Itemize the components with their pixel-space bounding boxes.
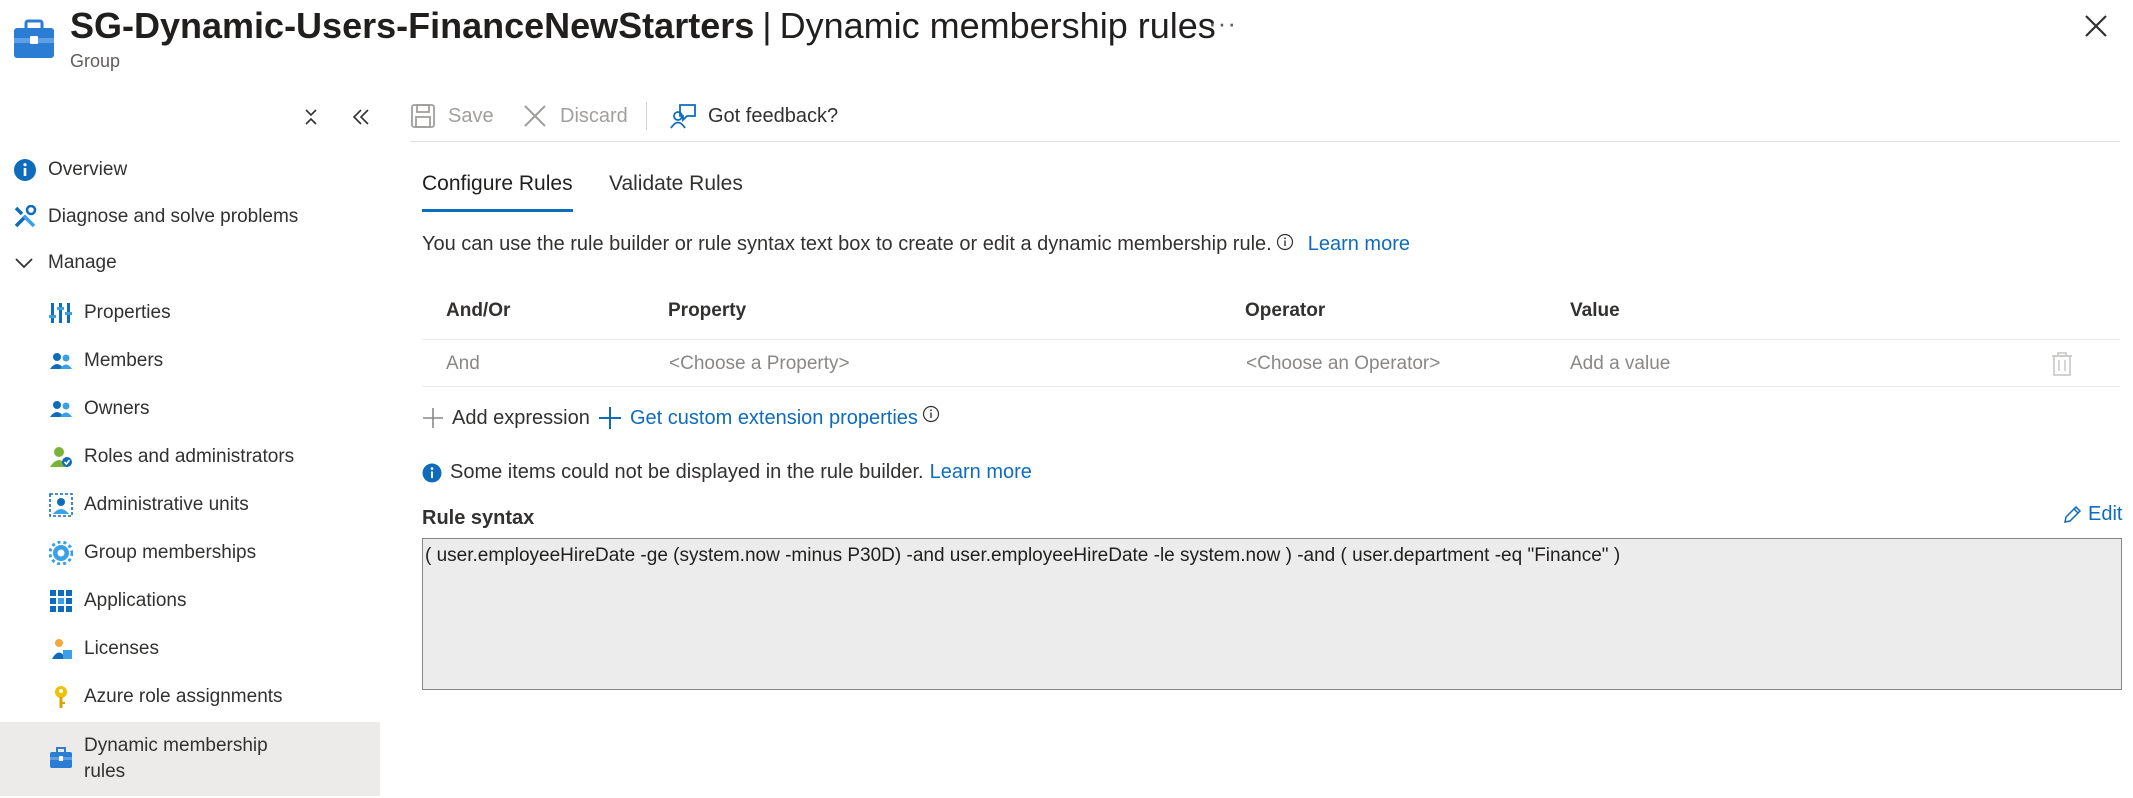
- rule-grid-header: And/Or Property Operator Value: [422, 290, 2120, 340]
- rule-syntax-label: Rule syntax: [422, 507, 535, 529]
- learn-more-link[interactable]: Learn more: [1308, 233, 1410, 256]
- table-row: And <Choose a Property> <Choose an Opera…: [422, 341, 2120, 387]
- tab-configure-rules[interactable]: Configure Rules: [422, 172, 573, 212]
- sidebar-item-roles[interactable]: Roles and administrators: [0, 435, 380, 479]
- sidebar-item-label: Roles and administrators: [84, 446, 295, 467]
- sidebar-item-label: Properties: [84, 302, 171, 323]
- plus-icon: [423, 408, 443, 428]
- column-header-and-or: And/Or: [446, 300, 511, 321]
- collapse-arrows-icon[interactable]: [298, 104, 324, 130]
- sidebar-item-label: Members: [84, 350, 164, 371]
- add-expression-label: Add expression: [452, 406, 590, 429]
- rule-builder-description: You can use the rule builder or rule syn…: [422, 233, 1410, 256]
- info-tooltip-icon[interactable]: [922, 405, 940, 423]
- license-icon: [52, 639, 72, 659]
- sidebar-item-label: Owners: [84, 398, 150, 419]
- save-label: Save: [448, 104, 494, 127]
- sidebar-item-owners[interactable]: Owners: [0, 387, 380, 431]
- sidebar-item-members[interactable]: Members: [0, 339, 380, 383]
- save-icon: [411, 104, 435, 128]
- owners-icon: [50, 401, 72, 417]
- sidebar-item-overview[interactable]: Overview: [0, 148, 380, 192]
- value-input[interactable]: Add a value: [1570, 353, 1670, 375]
- properties-icon: [49, 303, 72, 323]
- apps-grid-icon: [50, 590, 72, 612]
- roles-icon: [50, 447, 72, 467]
- blade-header: SG-Dynamic-Users-FinanceNewStarters | Dyna…: [0, 0, 2133, 80]
- description-text: You can use the rule builder or rule syn…: [422, 233, 1272, 255]
- operator-dropdown[interactable]: <Choose an Operator>: [1246, 353, 1440, 375]
- get-custom-extension-properties-button[interactable]: Get custom extension properties: [598, 402, 940, 434]
- custom-extension-label: Get custom extension properties: [630, 406, 918, 429]
- save-button[interactable]: Save: [410, 100, 494, 132]
- command-bar: Save Discard Got feedback?: [410, 92, 2120, 142]
- sidebar-item-label: Dynamic membership rules: [84, 735, 268, 782]
- group-icon: [14, 19, 54, 58]
- tab-validate-rules[interactable]: Validate Rules: [609, 172, 743, 212]
- info-tooltip-icon[interactable]: [1276, 233, 1294, 251]
- toolbar-divider: [646, 102, 647, 130]
- sidebar-item-label: Applications: [84, 590, 187, 611]
- sidebar-item-label: Group memberships: [84, 542, 257, 563]
- and-or-dropdown[interactable]: And: [446, 353, 480, 375]
- sidebar-item-diagnose[interactable]: Diagnose and solve problems: [0, 195, 380, 239]
- column-header-value: Value: [1570, 300, 1620, 321]
- discard-label: Discard: [560, 104, 628, 127]
- sidebar-item-properties[interactable]: Properties: [0, 291, 380, 335]
- title-separator: |: [762, 5, 772, 46]
- discard-icon: [524, 105, 546, 127]
- learn-more-link[interactable]: Learn more: [930, 461, 1032, 484]
- pencil-icon: [2064, 505, 2082, 523]
- delete-icon[interactable]: [2050, 351, 2074, 377]
- edit-label: Edit: [2088, 503, 2123, 525]
- key-icon: [55, 686, 67, 708]
- edit-button[interactable]: Edit: [2062, 503, 2122, 526]
- sidebar-item-admin-units[interactable]: Administrative units: [0, 483, 380, 527]
- page-name: Dynamic membership rules: [779, 5, 1216, 46]
- sidebar-item-dynamic-membership-rules[interactable]: Dynamic membership rules: [0, 722, 380, 796]
- sidebar-item-azure-role-assignments[interactable]: Azure role assignments: [0, 675, 380, 719]
- sidebar-section-manage[interactable]: Manage: [0, 241, 380, 285]
- close-icon[interactable]: [2080, 10, 2112, 42]
- column-header-property: Property: [668, 300, 747, 321]
- rule-syntax-textbox[interactable]: ( user.employeeHireDate -ge (system.now …: [422, 538, 2122, 690]
- group-name: SG-Dynamic-Users-FinanceNewStarters: [70, 5, 755, 46]
- resource-type: Group: [70, 51, 121, 71]
- property-dropdown[interactable]: <Choose a Property>: [669, 353, 850, 375]
- group-icon: [50, 747, 72, 768]
- discard-button[interactable]: Discard: [522, 100, 628, 132]
- sidebar-item-label: Administrative units: [84, 494, 249, 515]
- sidebar-item-label: Diagnose and solve problems: [48, 206, 299, 227]
- sidebar-item-label: Manage: [48, 252, 117, 273]
- feedback-button[interactable]: Got feedback?: [670, 100, 838, 132]
- sidebar-item-applications[interactable]: Applications: [0, 579, 380, 623]
- gear-icon: [49, 541, 73, 565]
- sidebar-item-group-memberships[interactable]: Group memberships: [0, 531, 380, 575]
- sidebar-item-licenses[interactable]: Licenses: [0, 627, 380, 671]
- admin-units-icon: [49, 493, 73, 517]
- feedback-label: Got feedback?: [708, 104, 839, 127]
- members-icon: [50, 353, 72, 369]
- page-title: SG-Dynamic-Users-FinanceNewStarters | Dyna…: [70, 5, 1216, 47]
- wrench-icon: [14, 205, 37, 228]
- info-icon: [14, 159, 36, 181]
- info-notice: Some items could not be displayed in the…: [422, 461, 1032, 484]
- column-header-operator: Operator: [1245, 300, 1326, 321]
- chevron-down-icon: [15, 258, 33, 269]
- feedback-icon: [670, 104, 696, 129]
- more-options-button[interactable]: ···: [1208, 8, 1237, 39]
- double-chevron-left-icon[interactable]: [348, 104, 374, 130]
- sidebar-item-label: Licenses: [84, 638, 159, 659]
- sidebar-item-label: Azure role assignments: [84, 686, 283, 707]
- info-icon: [422, 463, 442, 482]
- notice-text: Some items could not be displayed in the…: [450, 461, 924, 483]
- plus-icon: [599, 407, 621, 429]
- sidebar-item-label: Overview: [48, 159, 128, 180]
- add-expression-button[interactable]: Add expression: [422, 402, 590, 434]
